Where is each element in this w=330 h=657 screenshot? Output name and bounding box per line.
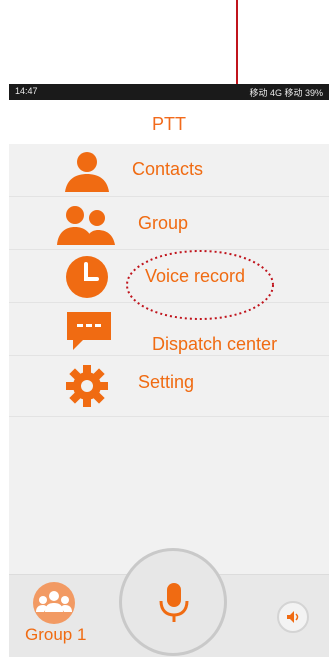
clock-icon xyxy=(66,256,108,298)
menu-item-setting[interactable]: Setting xyxy=(9,356,329,417)
chat-bubble-icon xyxy=(67,312,111,350)
title-bar: PTT xyxy=(9,100,329,144)
bottom-bar: Group 1 xyxy=(9,548,329,657)
page-title: PTT xyxy=(152,114,186,134)
microphone-icon xyxy=(159,583,189,622)
push-to-talk-button[interactable] xyxy=(119,548,227,656)
menu-item-group[interactable]: Group xyxy=(9,197,329,250)
status-indicators: 移动 4G 移动 39% xyxy=(249,88,323,98)
speaker-button[interactable] xyxy=(277,601,309,633)
status-bar: 14:47 移动 4G 移动 39% xyxy=(9,84,329,100)
menu-item-label: Group xyxy=(138,213,189,233)
annotation-ellipse xyxy=(126,250,274,320)
group-icon xyxy=(57,206,115,245)
menu-item-label: Setting xyxy=(138,372,195,392)
status-time: 14:47 xyxy=(15,86,38,96)
person-icon xyxy=(65,152,109,192)
menu-item-label: Dispatch center xyxy=(152,334,278,354)
speaker-icon xyxy=(287,611,299,623)
gear-icon xyxy=(66,365,108,407)
phone-screen: 14:47 移动 4G 移动 39% PTT Contacts Group Vo… xyxy=(9,84,329,657)
group-avatar-icon[interactable] xyxy=(31,581,77,625)
current-group-label[interactable]: Group 1 xyxy=(25,625,86,645)
menu-item-contacts[interactable]: Contacts xyxy=(9,144,329,197)
menu-item-label: Contacts xyxy=(132,159,204,179)
